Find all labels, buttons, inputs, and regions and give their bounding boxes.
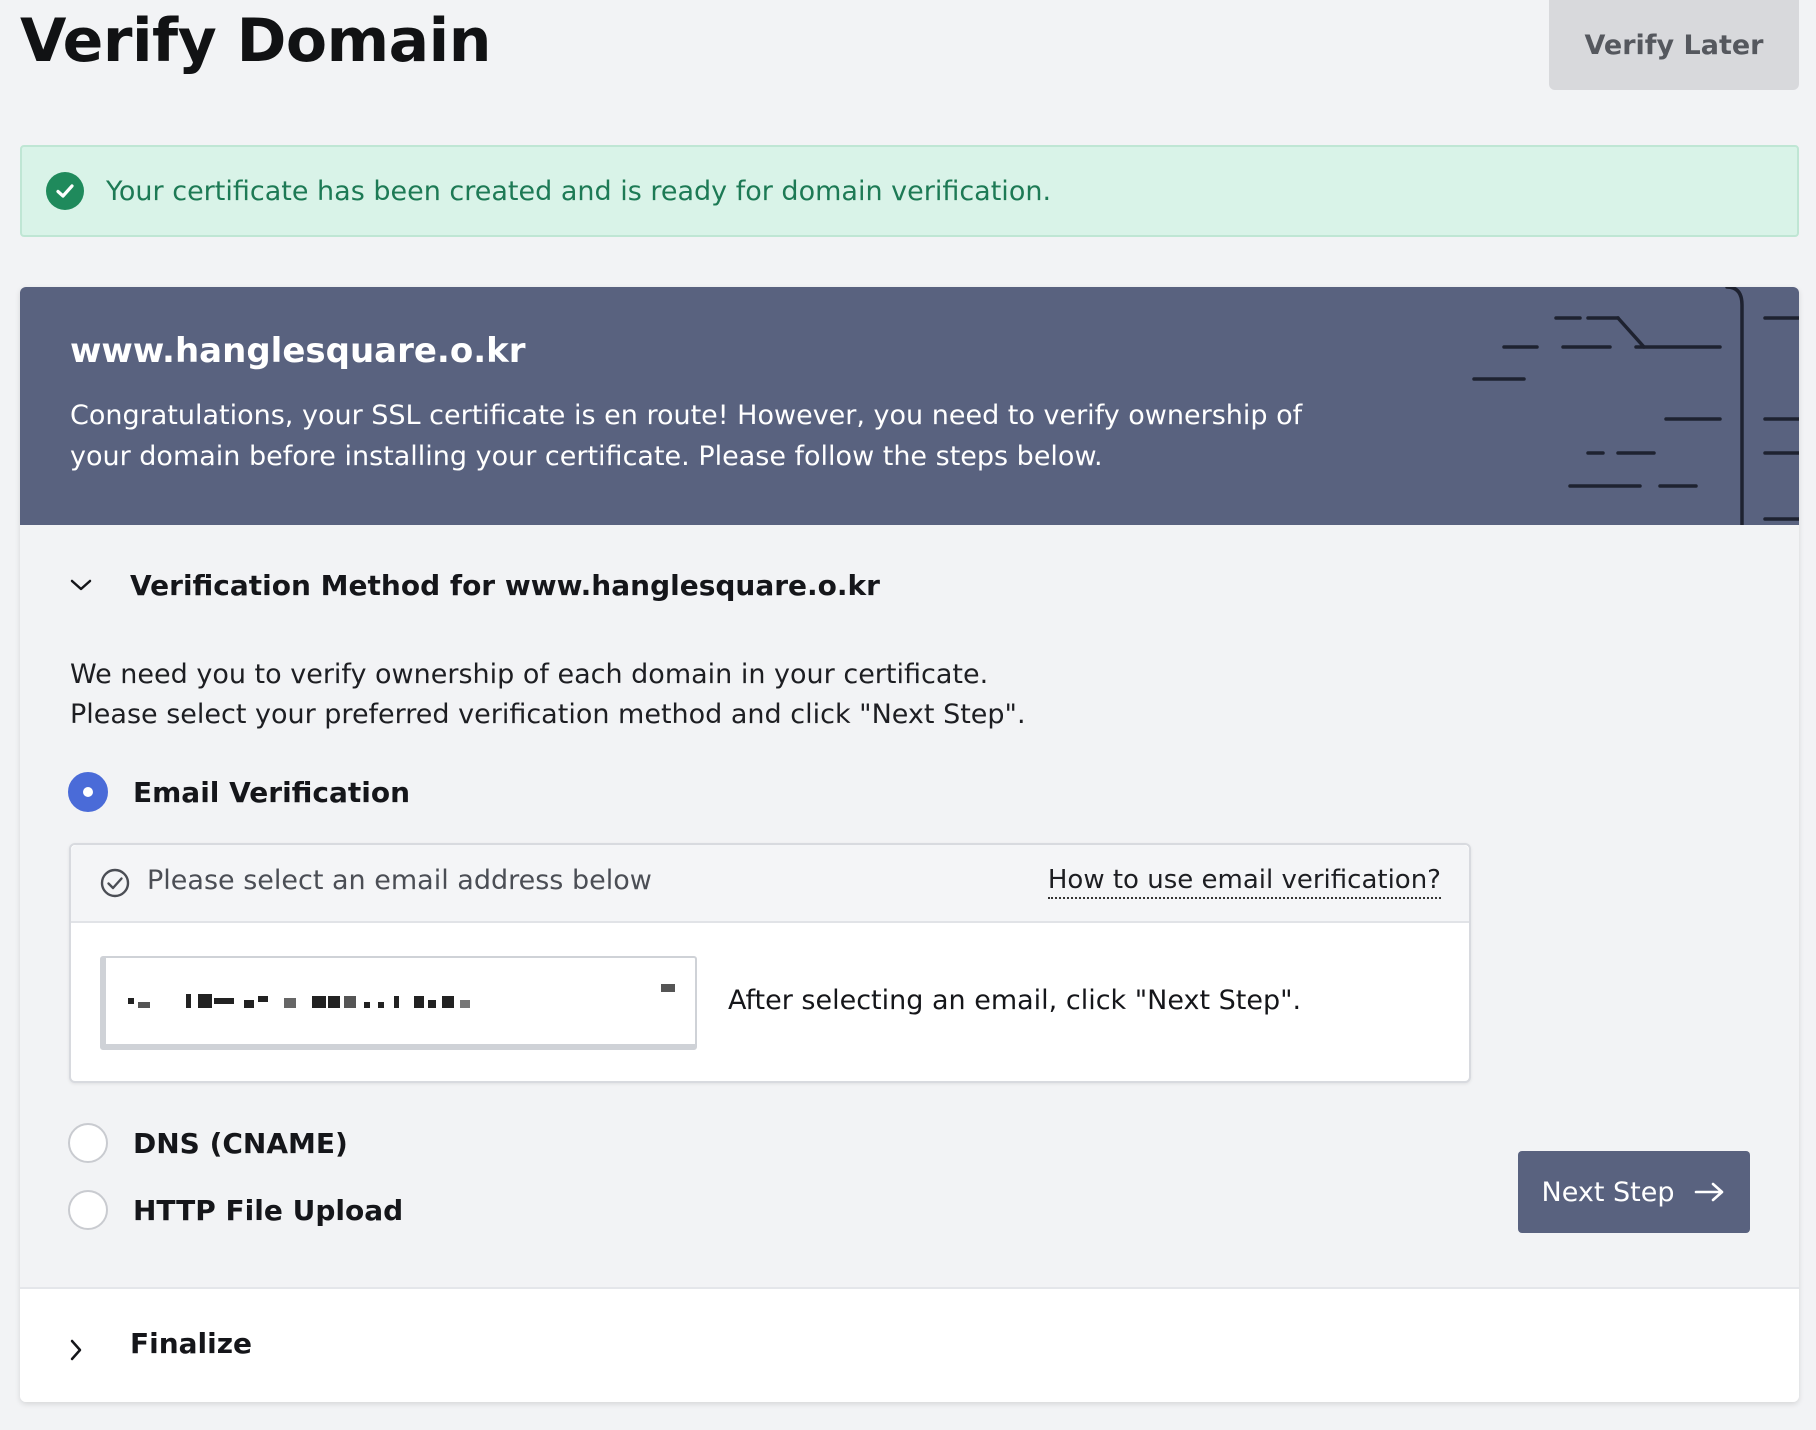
hero-domain: www.hanglesquare.o.kr [70, 331, 526, 371]
radio-button-selected[interactable] [68, 772, 108, 812]
chevron-down-icon [70, 579, 92, 591]
verification-method-header[interactable]: Verification Method for www.hanglesquare… [20, 525, 1799, 645]
radio-http-file-upload[interactable]: HTTP File Upload [68, 1190, 403, 1230]
success-alert-text: Your certificate has been created and is… [106, 175, 1052, 207]
finalize-title: Finalize [130, 1327, 253, 1360]
verification-method-title: Verification Method for www.hanglesquare… [130, 568, 880, 602]
success-alert: Your certificate has been created and is… [20, 145, 1799, 237]
radio-email-verification[interactable]: Email Verification [68, 772, 410, 812]
intro-line-2: Please select your preferred verificatio… [70, 699, 1026, 730]
check-outline-icon [100, 868, 130, 898]
verify-later-button[interactable]: Verify Later [1549, 0, 1799, 90]
radio-label-email: Email Verification [133, 775, 411, 809]
next-step-button[interactable]: Next Step [1518, 1151, 1750, 1233]
chevron-right-icon [70, 1339, 82, 1361]
page-title: Verify Domain [20, 6, 491, 76]
email-address-select[interactable] [100, 956, 697, 1050]
verification-intro: We need you to verify ownership of each … [70, 655, 1026, 735]
radio-label-dns: DNS (CNAME) [133, 1126, 348, 1160]
select-caret-icon [661, 984, 675, 992]
radio-button[interactable] [68, 1123, 108, 1163]
radio-label-http: HTTP File Upload [133, 1193, 404, 1227]
check-circle-icon [46, 172, 84, 210]
intro-line-1: We need you to verify ownership of each … [70, 659, 989, 690]
radio-button[interactable] [68, 1190, 108, 1230]
email-verification-help-link[interactable]: How to use email verification? [1047, 863, 1441, 899]
radio-dns-cname[interactable]: DNS (CNAME) [68, 1123, 348, 1163]
email-panel-header: Please select an email address below How… [71, 845, 1469, 923]
redacted-email-value [128, 994, 470, 1008]
verify-domain-page: Verify Domain Verify Later Your certific… [0, 0, 1816, 1430]
finalize-section-header[interactable]: Finalize [20, 1287, 1799, 1402]
verification-card: www.hanglesquare.o.kr Congratulations, y… [20, 287, 1799, 1402]
email-panel-hint: After selecting an email, click "Next St… [728, 985, 1302, 1016]
email-panel-header-text: Please select an email address below [147, 865, 652, 896]
next-step-label: Next Step [1541, 1176, 1675, 1208]
arrow-right-icon [1695, 1182, 1724, 1202]
email-verification-panel: Please select an email address below How… [69, 843, 1471, 1083]
hero-banner: www.hanglesquare.o.kr Congratulations, y… [20, 287, 1799, 525]
circuit-decoration-icon [1472, 287, 1799, 525]
hero-description: Congratulations, your SSL certificate is… [70, 400, 1303, 472]
